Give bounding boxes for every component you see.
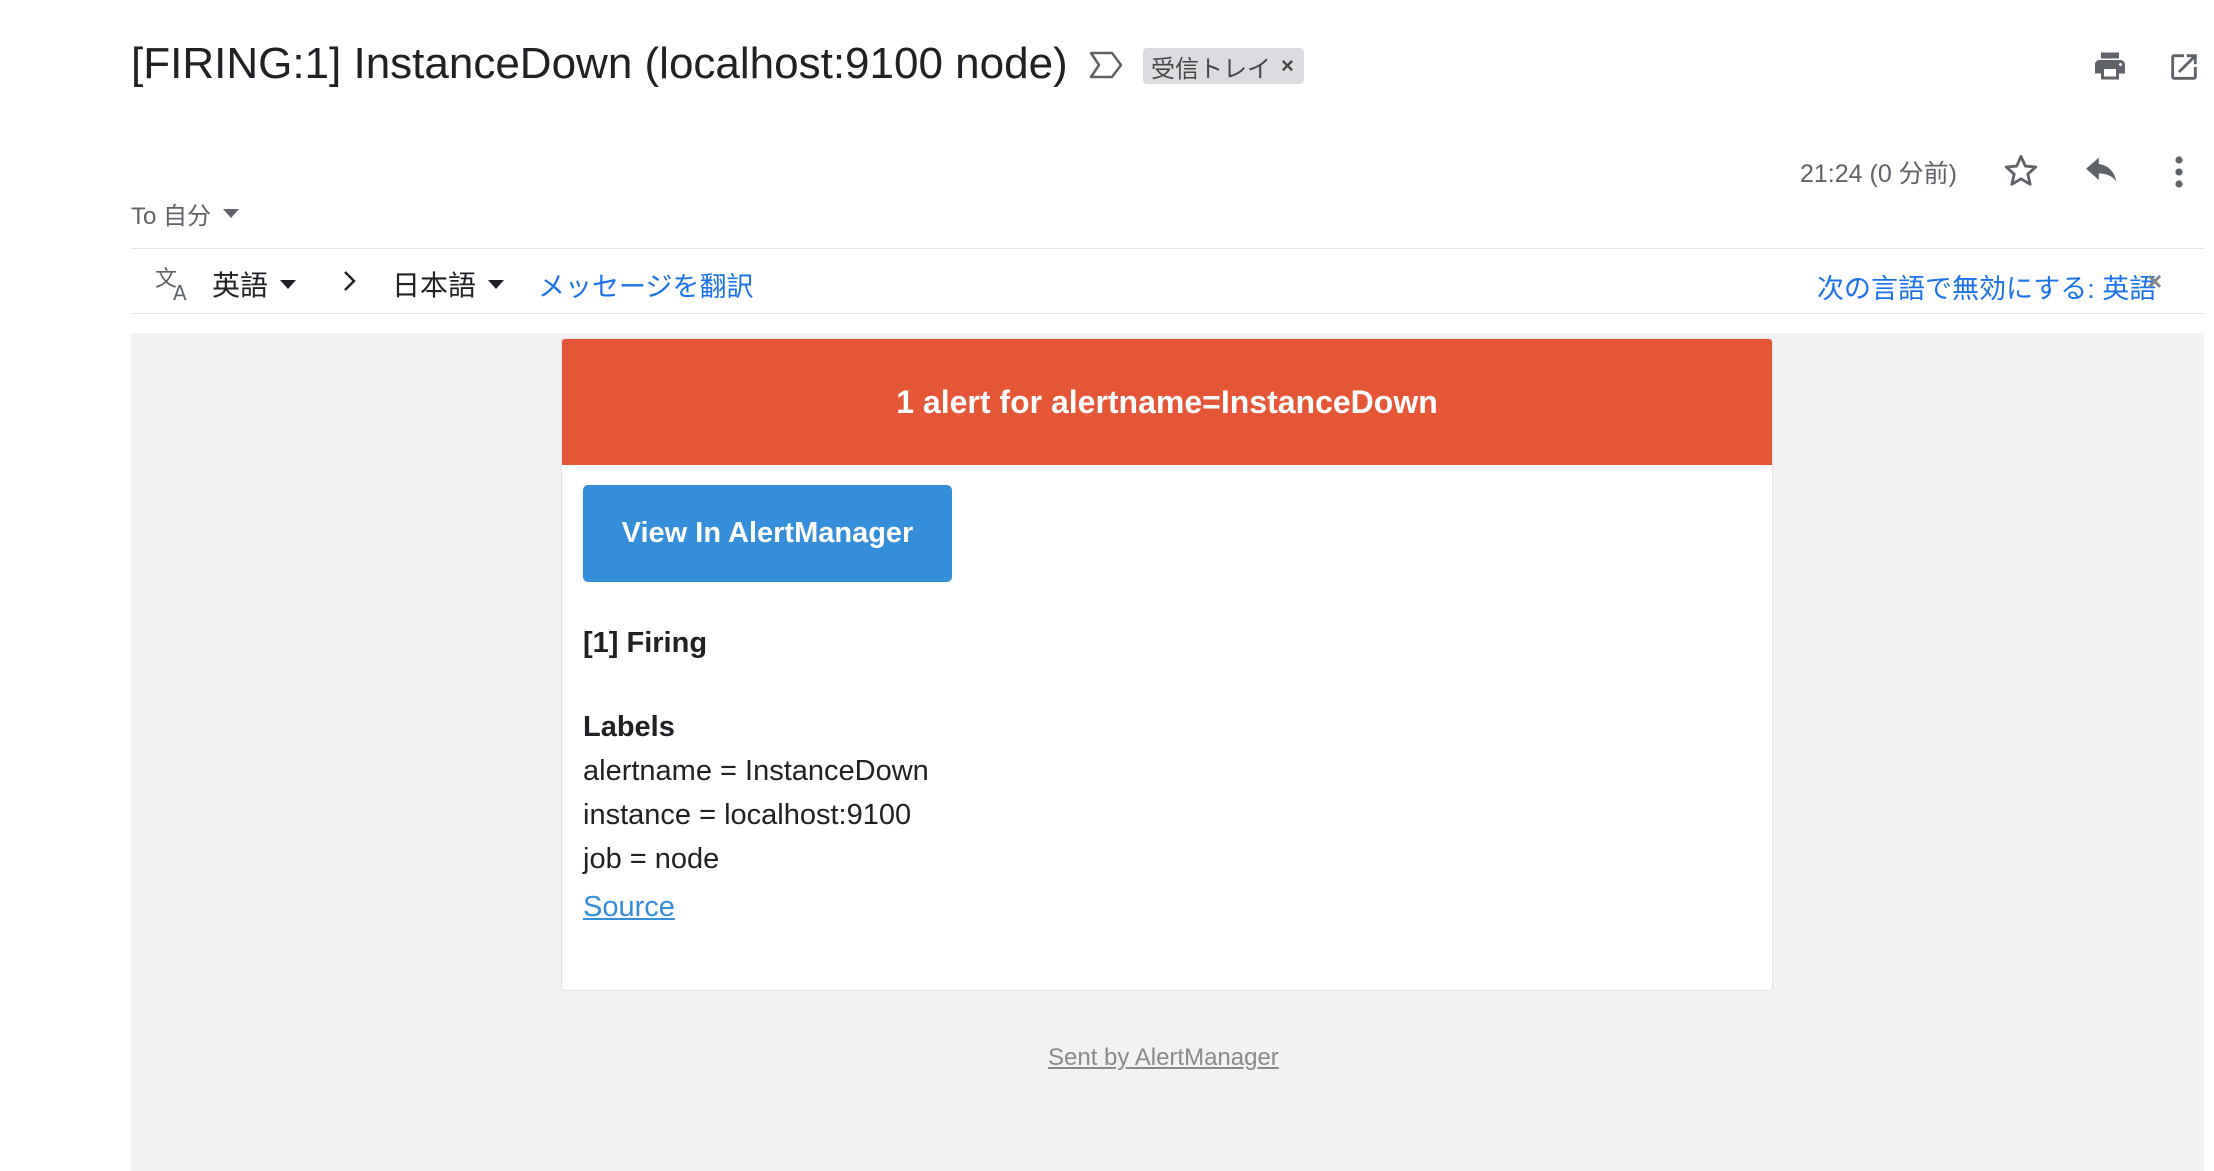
- email-timestamp: 21:24 (0 分前): [1800, 160, 1958, 188]
- recipient-details-caret-icon[interactable]: [223, 209, 240, 218]
- labels-title: Labels: [583, 711, 675, 743]
- sent-by-link[interactable]: Sent by AlertManager: [1048, 1044, 1279, 1072]
- divider: [131, 313, 2204, 314]
- chevron-right-icon: [344, 271, 356, 291]
- reply-icon[interactable]: [2082, 156, 2122, 188]
- target-language-label: 日本語: [392, 270, 477, 301]
- label-instance: instance = localhost:9100: [583, 799, 912, 831]
- firing-title: [1] Firing: [583, 627, 708, 659]
- translate-icon: 文 A: [155, 267, 187, 302]
- inbox-label-text: 受信トレイ: [1151, 55, 1271, 83]
- view-in-alertmanager-button[interactable]: View In AlertManager: [583, 485, 952, 582]
- more-vertical-icon[interactable]: [2172, 154, 2186, 190]
- star-icon[interactable]: [2002, 152, 2040, 190]
- source-language-label: 英語: [212, 270, 269, 301]
- remove-label-button[interactable]: ×: [1281, 53, 1294, 79]
- recipient-text: To 自分: [131, 203, 212, 230]
- dropdown-caret-icon: [488, 279, 505, 289]
- inbox-label-chip: 受信トレイ ×: [1143, 48, 1304, 84]
- alert-header: 1 alert for alertname=InstanceDown: [562, 339, 1772, 465]
- svg-text:A: A: [173, 281, 187, 302]
- dropdown-caret-icon: [280, 279, 297, 289]
- alert-card: 1 alert for alertname=InstanceDown View …: [561, 338, 1773, 991]
- important-marker-icon[interactable]: [1088, 50, 1124, 80]
- translate-message-link[interactable]: メッセージを翻訳: [538, 265, 753, 304]
- open-in-new-window-icon[interactable]: [2167, 50, 2201, 84]
- close-translate-bar-button[interactable]: ×: [2147, 266, 2162, 297]
- recipient-line[interactable]: To 自分: [131, 196, 240, 231]
- source-language-select[interactable]: 英語: [212, 264, 297, 304]
- print-icon[interactable]: [2092, 48, 2128, 84]
- label-job: job = node: [583, 843, 720, 875]
- label-alertname: alertname = InstanceDown: [583, 755, 929, 787]
- target-language-select[interactable]: 日本語: [392, 264, 505, 304]
- source-link[interactable]: Source: [583, 891, 675, 924]
- disable-translation-link[interactable]: 次の言語で無効にする: 英語: [1817, 267, 2156, 306]
- email-subject: [FIRING:1] InstanceDown (localhost:9100 …: [131, 39, 1068, 88]
- divider: [131, 248, 2204, 249]
